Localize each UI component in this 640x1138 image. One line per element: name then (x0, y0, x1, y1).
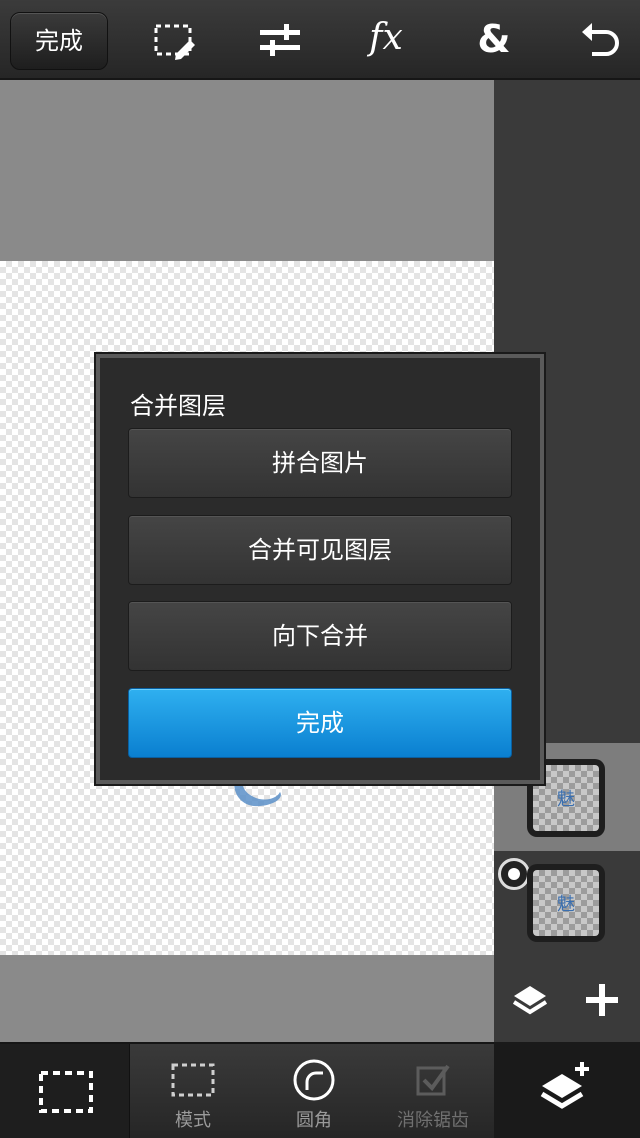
add-layer-icon[interactable] (580, 978, 624, 1022)
selection-edit-icon[interactable] (152, 18, 200, 66)
done-button[interactable]: 完成 (128, 688, 512, 758)
layers-icon[interactable] (508, 978, 552, 1022)
antialias-toggle[interactable]: 消除锯齿 (372, 1044, 494, 1138)
layer-visibility-radio[interactable] (498, 858, 530, 890)
flatten-image-button[interactable]: 拼合图片 (128, 428, 512, 498)
add-layer-stack-icon (540, 1062, 589, 1109)
checkbox-icon (416, 1064, 450, 1096)
undo-icon[interactable] (576, 18, 624, 66)
fx-icon[interactable]: fx (362, 18, 410, 66)
rect-select-icon (39, 1071, 93, 1113)
layer-options-button[interactable] (494, 1042, 640, 1138)
layer-thumbnail[interactable]: 魅 (527, 864, 605, 942)
merge-down-button[interactable]: 向下合并 (128, 601, 512, 671)
merge-layers-dialog: 合并图层 拼合图片 合并可见图层 向下合并 完成 (96, 354, 544, 784)
mode-button[interactable]: 模式 (130, 1044, 256, 1138)
adjustments-icon[interactable] (256, 18, 304, 66)
antialias-label: 消除锯齿 (397, 1110, 469, 1131)
bottom-toolbar: 模式 圆角 消除锯齿 (0, 1042, 494, 1138)
rect-select-button[interactable] (0, 1044, 130, 1138)
ampersand-icon[interactable]: & (470, 18, 518, 66)
done-button-top[interactable]: 完成 (10, 12, 108, 70)
selection-mode-icon (171, 1063, 215, 1097)
round-corner-button[interactable]: 圆角 (256, 1044, 372, 1138)
round-corner-label: 圆角 (296, 1110, 332, 1131)
round-corner-icon (293, 1059, 335, 1101)
dialog-title: 合并图层 (130, 392, 226, 420)
merge-visible-button[interactable]: 合并可见图层 (128, 515, 512, 585)
top-toolbar: 完成 fx & (0, 0, 640, 80)
mode-label: 模式 (175, 1110, 211, 1131)
